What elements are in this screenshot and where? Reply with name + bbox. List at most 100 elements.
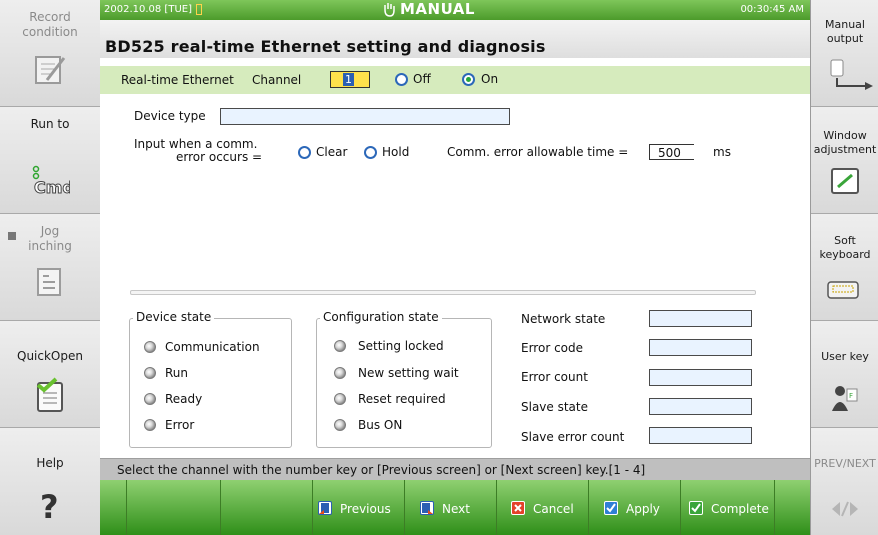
communication-led: [144, 341, 156, 353]
run-to-label: Run to: [30, 117, 70, 131]
error-count-field: [649, 369, 752, 386]
error-led: [144, 419, 156, 431]
jog-icon: [35, 266, 65, 301]
apply-button[interactable]: Apply: [589, 480, 681, 535]
slave-error-count-label: Slave error count: [521, 430, 625, 444]
question-icon: ?: [38, 488, 62, 526]
right-function-panel: Manual output Window adjustment Soft key…: [810, 0, 878, 535]
blank-button-1[interactable]: [100, 480, 127, 535]
user-icon: F: [830, 383, 860, 416]
reset-required-led: [334, 393, 346, 405]
run-label: Run: [165, 366, 189, 380]
jog-inching-button[interactable]: Jog inching: [0, 214, 100, 321]
allowable-time-field[interactable]: 500: [649, 144, 694, 160]
next-button[interactable]: Next: [405, 480, 497, 535]
soft-keyboard-button[interactable]: Soft keyboard: [811, 214, 878, 321]
blank-button-3[interactable]: [221, 480, 313, 535]
ready-label: Ready: [165, 392, 203, 406]
run-to-button[interactable]: Run to Cmd: [0, 107, 100, 214]
date-display: 2002.10.08 [TUE]: [104, 4, 192, 15]
device-type-field[interactable]: [220, 108, 510, 125]
bus-on-led: [334, 419, 346, 431]
manual-output-label: Manual output: [825, 18, 865, 45]
error-label: Error: [165, 418, 195, 432]
channel-label: Channel: [252, 73, 302, 87]
apply-label: Apply: [626, 502, 660, 516]
setting-locked-led: [334, 340, 346, 352]
page-title-bar: BD525 real-time Ethernet setting and dia…: [100, 20, 810, 59]
previous-label: Previous: [340, 502, 391, 516]
comm-error-label-2: error occurs =: [176, 150, 263, 164]
new-setting-wait-label: New setting wait: [358, 366, 459, 380]
configuration-state-title: Configuration state: [320, 310, 442, 324]
error-code-label: Error code: [521, 341, 584, 355]
window-adjustment-label: Window adjustment: [813, 129, 877, 156]
hold-radio[interactable]: [364, 146, 377, 159]
allowable-time-label: Comm. error allowable time =: [447, 145, 629, 159]
blank-button-2[interactable]: [127, 480, 221, 535]
channel-row: Real-time Ethernet Channel 1 Off On: [100, 66, 810, 94]
help-button[interactable]: Help ?: [0, 428, 100, 535]
on-label: On: [481, 72, 499, 86]
soft-keyboard-label: Soft keyboard: [819, 234, 871, 261]
blank-button-4[interactable]: [775, 480, 810, 535]
cancel-button[interactable]: Cancel: [497, 480, 589, 535]
hand-icon: [382, 1, 396, 21]
device-type-label: Device type: [134, 109, 206, 123]
allowable-time-value: 500: [658, 146, 681, 160]
channel-value: 1: [343, 73, 354, 86]
new-setting-wait-led: [334, 367, 346, 379]
manual-output-icon: [825, 56, 878, 103]
complete-button[interactable]: Complete: [681, 480, 775, 535]
previous-button[interactable]: Previous: [313, 480, 405, 535]
svg-text:Cmd: Cmd: [34, 178, 70, 197]
complete-icon: [689, 501, 703, 515]
quick-open-button[interactable]: QuickOpen: [0, 321, 100, 428]
error-code-field: [649, 339, 752, 356]
status-text: Select the channel with the number key o…: [117, 463, 646, 477]
cancel-icon: [511, 501, 525, 515]
next-label: Next: [442, 502, 470, 516]
off-label: Off: [413, 72, 431, 86]
manual-output-button[interactable]: Manual output: [811, 0, 878, 107]
section-divider: [130, 290, 756, 295]
window-adjustment-button[interactable]: Window adjustment: [811, 107, 878, 214]
prev-next-icon: [830, 498, 860, 523]
record-condition-label: Record condition: [22, 10, 78, 39]
battery-icon: [196, 4, 202, 15]
reset-required-label: Reset required: [358, 392, 446, 406]
document-icon: [34, 377, 66, 416]
prev-next-button[interactable]: PREV/NEXT: [811, 428, 878, 535]
setting-locked-label: Setting locked: [358, 339, 444, 353]
cancel-label: Cancel: [533, 502, 574, 516]
slave-state-label: Slave state: [521, 400, 589, 414]
realtime-ethernet-label: Real-time Ethernet: [121, 73, 234, 87]
ready-led: [144, 393, 156, 405]
comm-error-label-1: Input when a comm.: [134, 137, 258, 151]
device-state-title: Device state: [133, 310, 215, 324]
ethernet-on-radio[interactable]: [462, 73, 475, 86]
record-icon: [33, 52, 67, 89]
record-condition-button[interactable]: Record condition: [0, 0, 100, 107]
channel-input[interactable]: 1: [330, 71, 370, 88]
network-state-label: Network state: [521, 312, 606, 326]
mode-display: MANUAL: [400, 0, 475, 18]
slave-state-field: [649, 398, 752, 415]
user-key-button[interactable]: User key F: [811, 321, 878, 428]
ethernet-off-radio[interactable]: [395, 73, 408, 86]
svg-text:F: F: [849, 392, 853, 400]
error-count-label: Error count: [521, 370, 588, 384]
quick-open-label: QuickOpen: [17, 349, 83, 363]
communication-label: Communication: [165, 340, 260, 354]
clear-radio[interactable]: [298, 146, 311, 159]
next-icon: [420, 501, 434, 515]
complete-label: Complete: [711, 502, 769, 516]
prev-next-label: PREV/NEXT: [814, 457, 876, 470]
bottom-button-bar: Previous Next Cancel Apply Complete: [100, 480, 810, 535]
status-bar: Select the channel with the number key o…: [100, 458, 810, 481]
help-label: Help: [36, 456, 64, 470]
apply-icon: [604, 501, 618, 515]
left-function-panel: Record condition Run to Cmd Jog inching …: [0, 0, 101, 535]
svg-text:?: ?: [40, 490, 59, 522]
clear-label: Clear: [316, 145, 348, 159]
